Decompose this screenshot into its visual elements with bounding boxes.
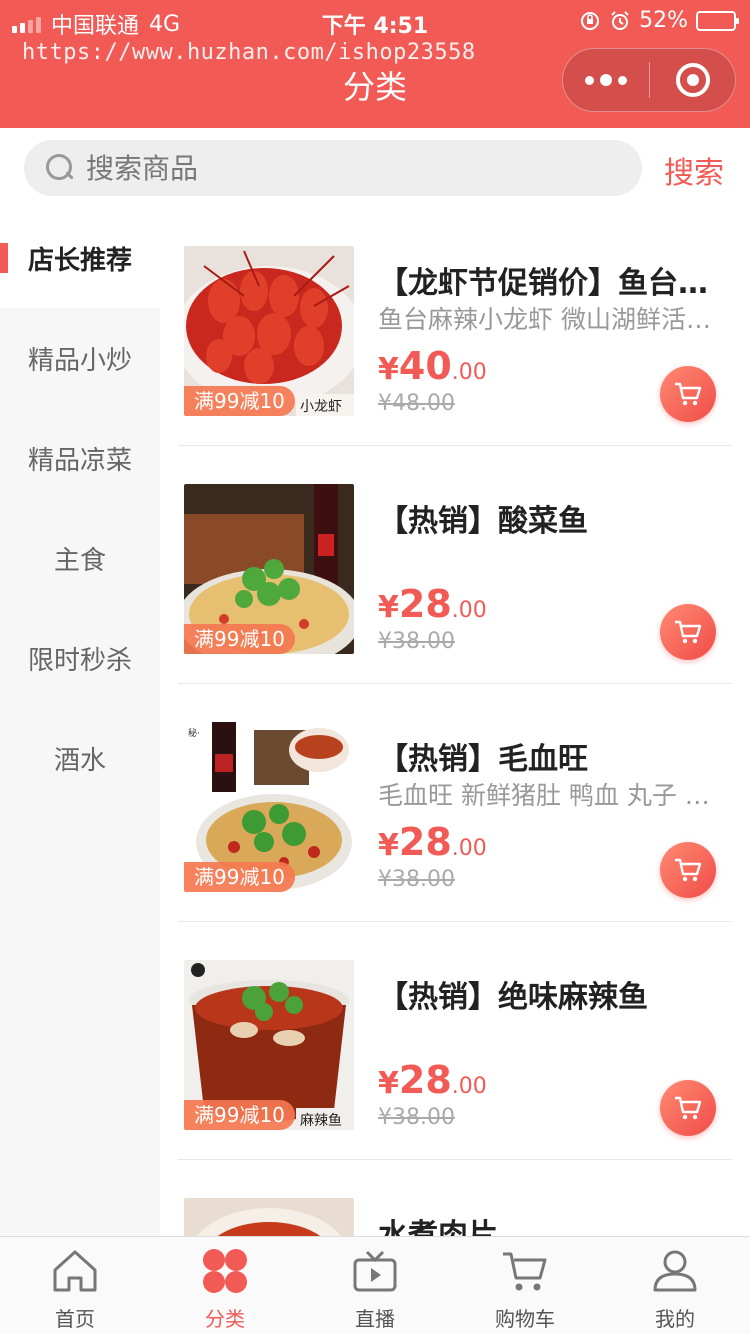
sidebar-item-label: 酒水 [53, 745, 106, 776]
close-button[interactable] [650, 63, 735, 97]
cart-icon [675, 382, 702, 406]
product-title: 【热销】酸菜鱼 [378, 504, 588, 539]
bottom-tabbar: 首页 分类 直播 购物车 我的 [0, 1236, 750, 1334]
tab-home[interactable]: 首页 [0, 1237, 150, 1334]
original-price: ¥38.00 [378, 1105, 455, 1130]
sidebar-item-label: 店长推荐 [27, 245, 132, 276]
battery-percent: 52% [639, 8, 688, 33]
product-desc: 鱼台麻辣小龙虾 微山湖鲜活小龙虾 [378, 305, 728, 334]
product-card[interactable]: 小龙虾 满99减10 【龙虾节促销价】鱼台麻辣小龙虾 鱼台麻辣小龙虾 微山湖鲜活… [178, 208, 732, 446]
add-to-cart-button[interactable] [660, 842, 716, 898]
cart-icon [675, 620, 702, 644]
product-image-spicy-fish: 麻辣鱼 满99减10 [184, 960, 354, 1130]
product-price: ¥28.00 [378, 1058, 487, 1102]
tab-label: 购物车 [495, 1307, 555, 1331]
sidebar-item-stir-fry[interactable]: 精品小炒 [0, 308, 160, 408]
add-to-cart-button[interactable] [660, 1080, 716, 1136]
product-desc: 毛血旺 新鲜猪肚 鸭血 丸子 … [378, 781, 710, 810]
product-list: 小龙虾 满99减10 【龙虾节促销价】鱼台麻辣小龙虾 鱼台麻辣小龙虾 微山湖鲜活… [160, 208, 750, 1236]
tab-profile[interactable]: 我的 [600, 1237, 750, 1334]
more-button[interactable] [563, 49, 649, 111]
search-box[interactable] [24, 140, 642, 196]
product-title: 水煮肉片 [378, 1218, 498, 1236]
search-icon [44, 152, 76, 184]
product-card[interactable]: 满99减10 【热销】酸菜鱼 ¥28.00 ¥38.00 [178, 446, 732, 684]
sidebar-item-cold-dishes[interactable]: 精品凉菜 [0, 408, 160, 508]
sidebar-item-label: 精品小炒 [27, 345, 132, 376]
category-icon [199, 1245, 251, 1297]
original-price: ¥38.00 [378, 629, 455, 654]
search-input[interactable] [86, 151, 606, 185]
target-icon [675, 63, 710, 97]
miniprogram-capsule [562, 48, 736, 112]
product-title: 【热销】绝味麻辣鱼 [378, 980, 648, 1015]
product-image-maoxuewang: 秘· 满99减10 [184, 722, 354, 892]
search-button[interactable]: 搜索 [664, 148, 724, 192]
promo-badge: 满99减10 [184, 862, 295, 892]
tv-icon [349, 1245, 401, 1297]
sidebar-item-label: 限时秒杀 [27, 645, 132, 676]
cart-icon [499, 1245, 551, 1297]
status-bar: 中国联通 4G 下午 4:51 52% [0, 6, 750, 39]
sidebar-item-recommend[interactable]: 店长推荐 [0, 208, 160, 308]
tab-label: 首页 [55, 1307, 95, 1331]
profile-icon [649, 1245, 701, 1297]
home-icon [49, 1245, 101, 1297]
product-title: 【热销】毛血旺 [378, 742, 588, 777]
tab-cart[interactable]: 购物车 [450, 1237, 600, 1334]
product-image-fish: 满99减10 [184, 484, 354, 654]
sidebar-item-flash-sale[interactable]: 限时秒杀 [0, 608, 160, 708]
tab-label: 分类 [205, 1307, 245, 1331]
add-to-cart-button[interactable] [660, 604, 716, 660]
sidebar-item-label: 主食 [53, 545, 106, 576]
image-caption: 小龙虾 [300, 399, 342, 415]
original-price: ¥38.00 [378, 867, 455, 892]
product-card[interactable]: 秘· 满99减10 【热销】毛血旺 毛血旺 新鲜猪肚 鸭血 丸子 … ¥28.0… [178, 684, 732, 922]
battery-icon [696, 10, 739, 31]
promo-badge: 满99减10 [184, 624, 295, 654]
tab-label: 直播 [355, 1307, 395, 1331]
svg-text:秘·: 秘· [188, 727, 200, 739]
product-card[interactable]: 水煮肉片 [178, 1160, 732, 1236]
product-image-pork-slices [184, 1198, 354, 1236]
category-sidebar: 店长推荐 精品小炒 精品凉菜 主食 限时秒杀 酒水 [0, 208, 160, 1236]
promo-badge: 满99减10 [184, 1100, 295, 1130]
product-image-crayfish: 小龙虾 满99减10 [184, 246, 354, 416]
product-price: ¥28.00 [378, 582, 487, 626]
product-card[interactable]: 麻辣鱼 满99减10 【热销】绝味麻辣鱼 ¥28.00 ¥38.00 [178, 922, 732, 1160]
image-caption: 麻辣鱼 [300, 1112, 342, 1129]
sidebar-item-staple[interactable]: 主食 [0, 508, 160, 608]
tab-live[interactable]: 直播 [300, 1237, 450, 1334]
sidebar-item-label: 精品凉菜 [27, 445, 132, 476]
app-header: 中国联通 4G 下午 4:51 52% https://www.huzhan.c… [0, 0, 750, 128]
search-bar: 搜索 [0, 128, 750, 208]
add-to-cart-button[interactable] [660, 366, 716, 422]
product-price: ¥28.00 [378, 820, 487, 864]
tab-label: 我的 [655, 1307, 695, 1331]
product-title: 【龙虾节促销价】鱼台麻辣小龙虾 [378, 266, 723, 301]
alarm-icon [611, 10, 629, 30]
sidebar-item-drinks[interactable]: 酒水 [0, 708, 160, 808]
cart-icon [675, 1096, 702, 1120]
promo-badge: 满99减10 [184, 386, 295, 416]
cart-icon [675, 858, 702, 882]
product-price: ¥40.00 [378, 344, 487, 388]
orientation-lock-icon [581, 11, 600, 30]
tab-category[interactable]: 分类 [150, 1237, 300, 1334]
original-price: ¥48.00 [378, 391, 455, 416]
